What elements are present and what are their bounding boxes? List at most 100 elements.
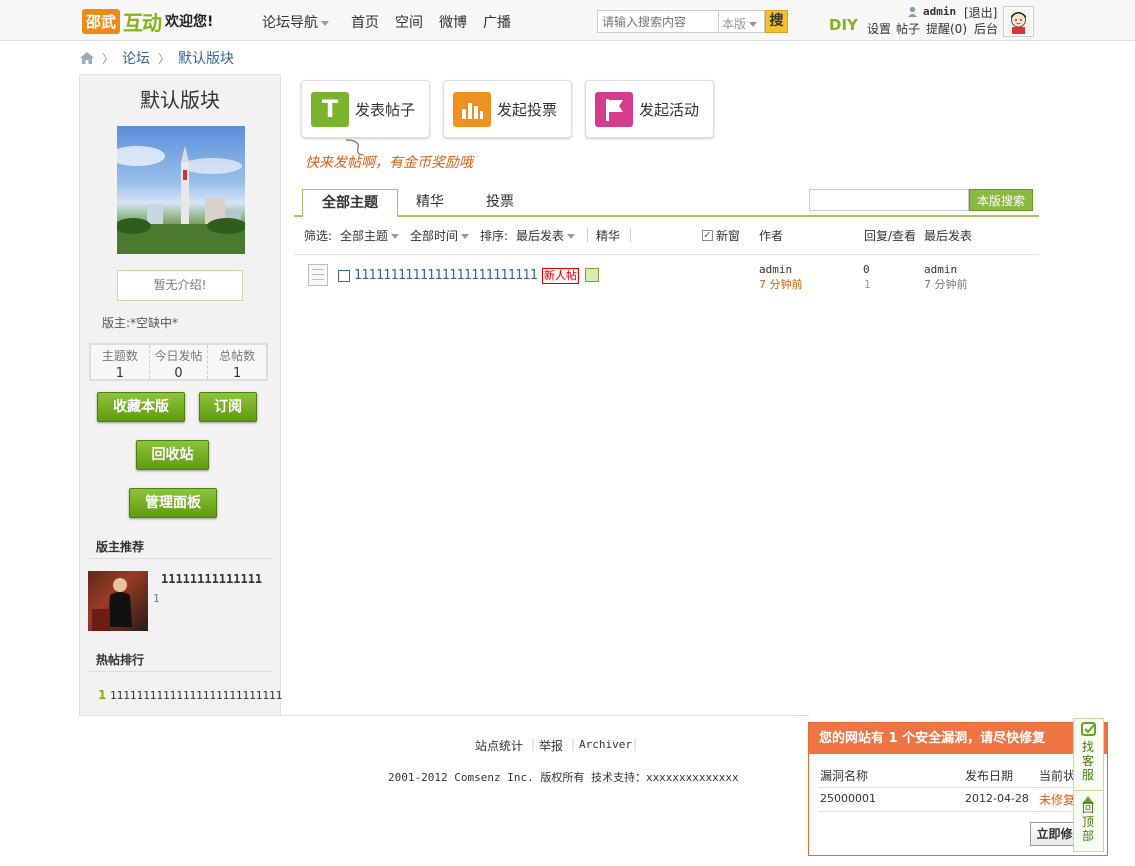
attachment-icon: [585, 268, 599, 282]
thread-last-time[interactable]: 7 分钟前: [924, 276, 968, 292]
copyright-text: 2001-2012 Comsenz Inc. 版权所有 技术支持：xxxxxxx…: [388, 771, 739, 784]
subscribe-button[interactable]: 订阅: [199, 392, 257, 422]
admin-link[interactable]: 后台: [974, 20, 998, 37]
tab-poll[interactable]: 投票: [474, 189, 526, 217]
stat-value: 0: [174, 366, 183, 381]
forum-image: [117, 126, 245, 254]
col-last-post: 最后发表: [924, 229, 973, 243]
recommend-title[interactable]: 11111111111111: [161, 572, 262, 586]
footer-stats-link[interactable]: 站点统计: [475, 737, 523, 754]
notify-link[interactable]: 提醒(0): [926, 20, 967, 37]
footer-separator: |: [571, 737, 576, 751]
board-search-button[interactable]: 本版搜索: [969, 189, 1033, 211]
chevron-down-icon: [321, 20, 329, 26]
thread-title[interactable]: 1111111111111111111111111: [354, 268, 538, 283]
security-col-status: 当前状: [1039, 769, 1073, 783]
sort-select[interactable]: 最后发表: [516, 227, 576, 244]
recycle-bin-button[interactable]: 回收站: [136, 440, 209, 470]
security-vuln-name: 25000001: [820, 792, 876, 805]
avatar[interactable]: [1003, 6, 1034, 37]
chevron-down-icon: [391, 234, 400, 239]
recommend-image[interactable]: [88, 571, 148, 631]
footer-separator: |: [531, 737, 536, 751]
filter-time-label: 全部时间: [410, 229, 459, 243]
favorite-button[interactable]: 收藏本版: [97, 392, 185, 422]
nav-weibo[interactable]: 微博: [439, 12, 467, 32]
logo-part1: 邵武: [82, 8, 121, 34]
recommend-count: 1: [153, 592, 160, 605]
settings-link[interactable]: 设置: [867, 20, 891, 37]
logo-part2: 互动: [123, 10, 162, 35]
new-post-button[interactable]: T 发表帖子: [301, 80, 430, 138]
moderator-value: *空缺中*: [130, 316, 179, 330]
security-popup-title: 您的网站有 1 个安全漏洞，请尽快修复: [809, 723, 1107, 754]
logo-welcome: 欢迎您!: [165, 14, 214, 30]
poll-icon: [453, 91, 491, 127]
divider: [630, 228, 631, 242]
admin-panel-button[interactable]: 管理面板: [129, 488, 217, 518]
new-poll-button[interactable]: 发起投票: [443, 80, 572, 138]
hot-heading: 热帖排行: [96, 653, 145, 667]
site-logo[interactable]: 邵武 互动 欢迎您!: [82, 8, 214, 35]
new-window-checkbox[interactable]: ✓: [702, 230, 713, 241]
new-window-label: 新窗: [716, 229, 741, 243]
divider: [294, 254, 1039, 255]
post-icon: T: [311, 91, 349, 127]
nav-label: 论坛导航: [262, 15, 318, 31]
user-icon: [907, 6, 918, 17]
back-to-top-button[interactable]: 回顶部: [1080, 801, 1096, 843]
search-scope-select[interactable]: 本版: [719, 10, 765, 33]
chevron-down-icon: [749, 22, 758, 27]
logout-link[interactable]: [退出]: [964, 4, 997, 21]
hot-item-title[interactable]: 11111111111111111111111111: [110, 689, 282, 702]
nav-broadcast[interactable]: 广播: [483, 12, 511, 32]
diy-button[interactable]: DIY: [829, 16, 858, 34]
nav-home[interactable]: 首页: [351, 12, 379, 32]
find-service-button[interactable]: 找客服: [1080, 740, 1096, 782]
footer-archiver-link[interactable]: Archiver: [579, 738, 632, 751]
stat-posts: 总帖数 1: [207, 345, 266, 381]
chevron-down-icon: [567, 234, 576, 239]
divider: [89, 558, 272, 559]
posts-link[interactable]: 帖子: [896, 20, 920, 37]
new-activity-label: 发起活动: [639, 100, 700, 119]
recommend-heading: 版主推荐: [96, 540, 145, 554]
new-activity-button[interactable]: 发起活动: [585, 80, 714, 138]
moderator-info: 版主:*空缺中*: [102, 314, 178, 331]
thread-views: 1: [864, 278, 871, 291]
search-button[interactable]: 搜: [765, 10, 788, 33]
security-col-date: 发布日期: [965, 769, 1014, 783]
breadcrumb-board[interactable]: 默认版块: [178, 48, 234, 68]
curl-arrow-icon: [344, 138, 368, 161]
thread-replies: 0: [863, 263, 870, 276]
search-input[interactable]: [597, 10, 719, 33]
breadcrumb-forum[interactable]: 论坛: [122, 48, 150, 68]
thread-last-user[interactable]: admin: [924, 263, 957, 276]
filter-time-select[interactable]: 全部时间: [410, 227, 470, 244]
stat-label: 今日发帖: [154, 349, 203, 363]
tab-all-topics[interactable]: 全部主题: [302, 189, 398, 217]
moderator-label: 版主:: [102, 316, 131, 330]
nav-space[interactable]: 空间: [395, 12, 423, 32]
sort-value: 最后发表: [516, 229, 565, 243]
board-search-input[interactable]: [809, 189, 969, 211]
stat-today: 今日发帖 0: [148, 345, 208, 381]
new-poll-label: 发起投票: [497, 100, 558, 119]
forum-title: 默认版块: [140, 88, 220, 112]
footer-report-link[interactable]: 举报: [539, 737, 563, 754]
home-icon[interactable]: [80, 52, 94, 64]
stat-label: 总帖数: [219, 349, 256, 363]
thread-author[interactable]: admin: [759, 263, 792, 276]
forum-stats: 主题数 1 今日发帖 0 总帖数 1: [89, 343, 268, 381]
thread-checkbox[interactable]: [338, 270, 350, 282]
filter-topic-label: 全部主题: [340, 229, 389, 243]
filter-digest[interactable]: 精华: [596, 227, 620, 244]
user-name[interactable]: admin: [923, 5, 956, 18]
activity-icon: [595, 91, 633, 127]
breadcrumb-separator: 〉: [158, 51, 171, 66]
thread-doc-icon[interactable]: [308, 264, 328, 286]
tab-digest[interactable]: 精华: [404, 189, 456, 217]
nav-forum-guide[interactable]: 论坛导航: [262, 12, 329, 32]
filter-topic-select[interactable]: 全部主题: [340, 227, 400, 244]
col-replies-views: 回复/查看: [864, 229, 917, 243]
